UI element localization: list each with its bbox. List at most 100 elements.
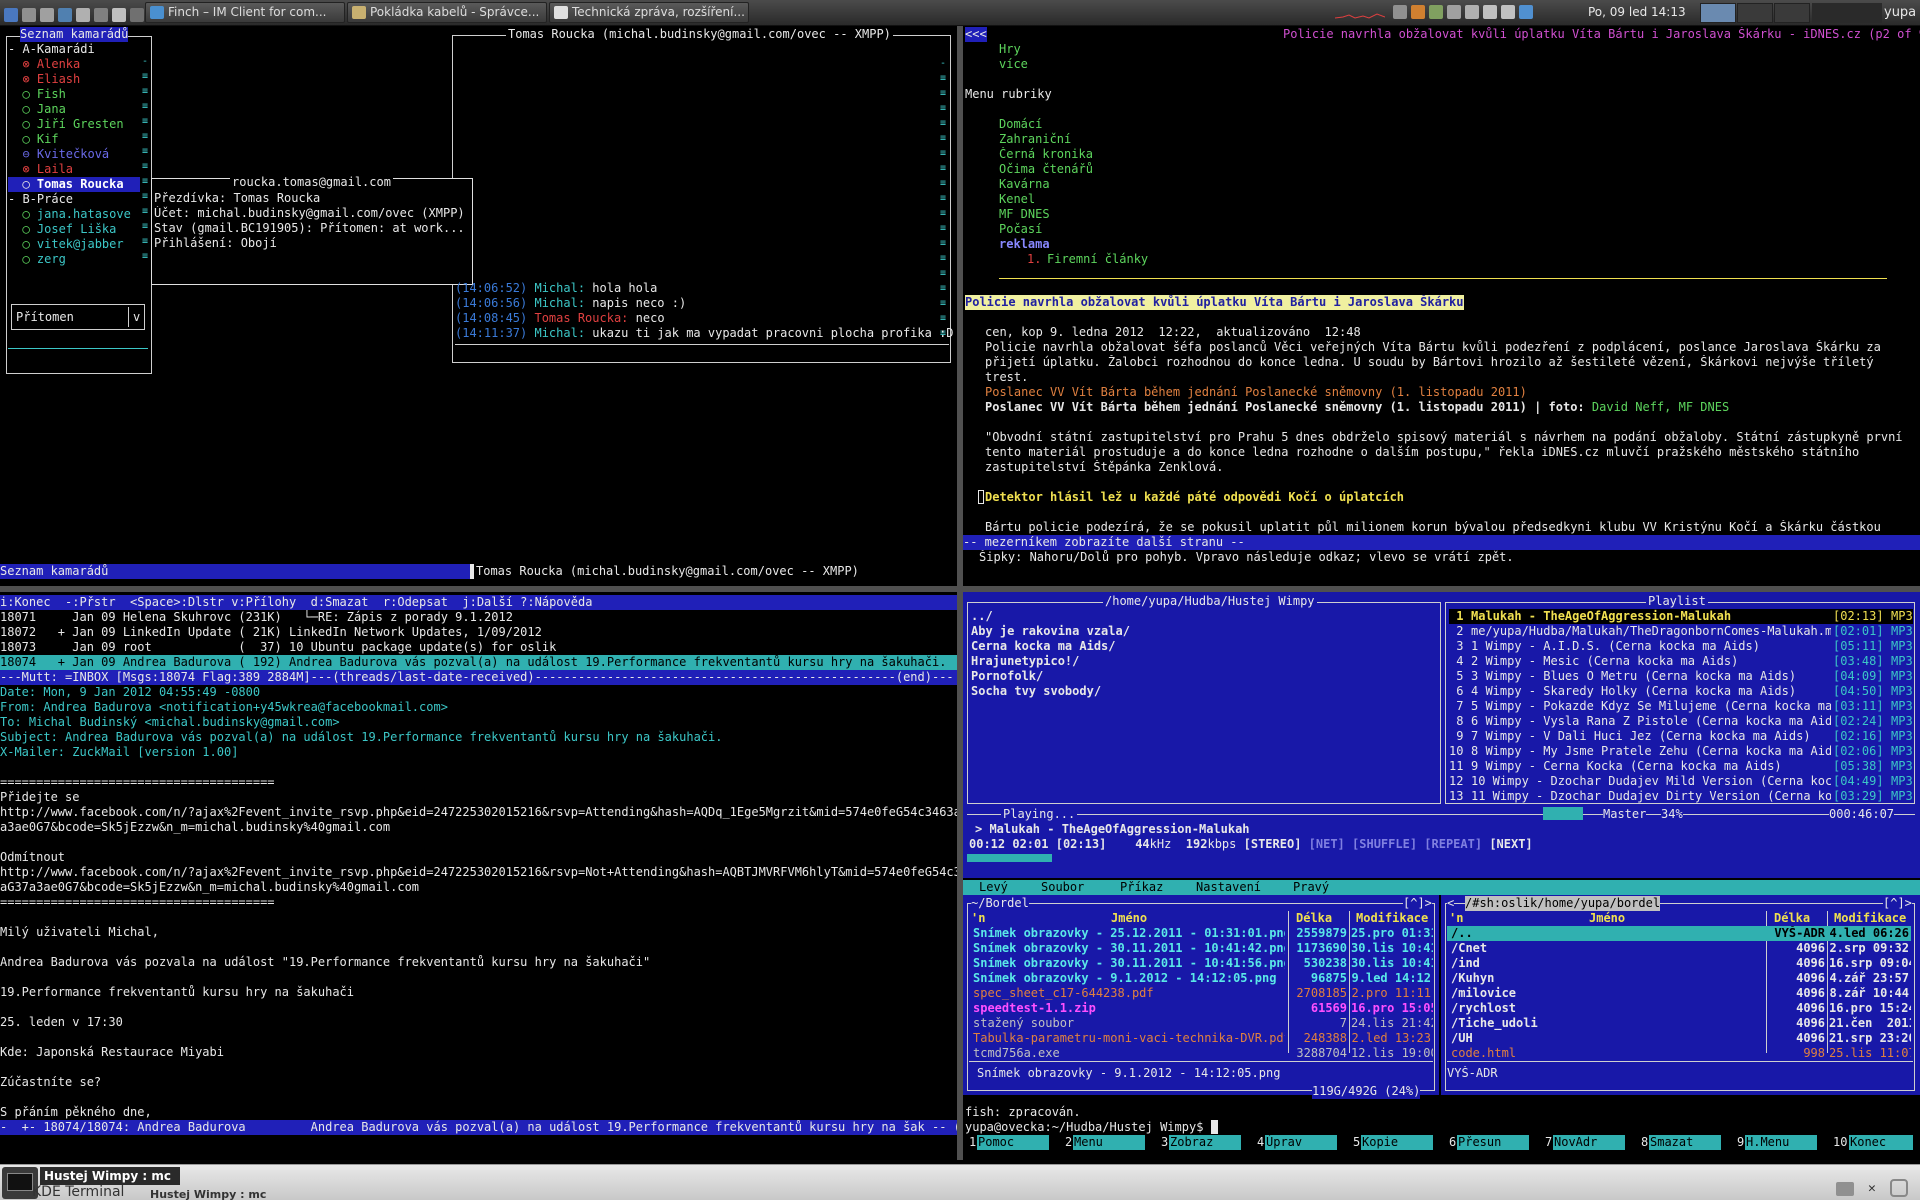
network-icon[interactable] xyxy=(1483,5,1497,19)
mc-right-file-row[interactable]: /milovice 4096 8.zář 10:44 xyxy=(1447,986,1911,1001)
buddy-item[interactable]: ◯ Josef Liška xyxy=(8,222,140,237)
calc-icon[interactable] xyxy=(112,8,126,22)
mc-menu-soubor[interactable]: Soubor xyxy=(1041,880,1084,895)
taskbar-item-file-manager[interactable]: Pokládka kabelů - Správce... xyxy=(347,2,547,23)
terminal-icon[interactable] xyxy=(40,8,54,22)
playlist-row[interactable]: 10 8 Wimpy - My Jsme Pratele Zehu (Cerna … xyxy=(1449,744,1913,759)
playlist-row[interactable]: 13 11 Wimpy - Dzochar Dudajev Dirty Versi… xyxy=(1449,789,1913,804)
cmus-browser-item[interactable]: Hrajunetypico!/ xyxy=(971,654,1079,669)
message-row[interactable]: 18072 + Jan 09 LinkedIn Update ( 21K) Li… xyxy=(0,625,957,640)
fkey-4[interactable]: 4 Úprav xyxy=(1251,1135,1345,1150)
mc-right-corner[interactable]: [^]> xyxy=(1883,896,1912,911)
mc-left-file-row[interactable]: Snímek obrazovky - 25.12.2011 - 01:31:01… xyxy=(969,926,1433,941)
menu-selected[interactable]: reklama xyxy=(999,237,1050,252)
menu-item-link[interactable]: Kavárna xyxy=(999,177,1050,192)
mc-right-file-row[interactable]: /ind 4096 16.srp 09:04 xyxy=(1447,956,1911,971)
active-task[interactable]: Hustej Wimpy : mc xyxy=(40,1167,180,1185)
message-row[interactable]: 18073 Jan 09 root ( 37) 10 Ubuntu packag… xyxy=(0,640,957,655)
mc-right-file-row[interactable]: /UH 4096 21.srp 23:20 xyxy=(1447,1031,1911,1046)
buddy-item[interactable]: ⊗ Laila xyxy=(8,162,140,177)
group-b[interactable]: - B-Práce xyxy=(8,192,73,207)
repeat-toggle[interactable]: [REPEAT] xyxy=(1424,837,1482,851)
settings-icon[interactable] xyxy=(1836,1182,1854,1196)
volume-icon[interactable] xyxy=(1465,5,1479,19)
playlist-row[interactable]: 8 6 Wimpy - Vysla Rana Z Pistole (Cerna k… xyxy=(1449,714,1913,729)
next-toggle[interactable]: [NEXT] xyxy=(1489,837,1532,851)
username[interactable]: yupa xyxy=(1884,5,1916,20)
master-volume-bar[interactable] xyxy=(1543,807,1583,820)
mc-menu-nastaveni[interactable]: Nastavení xyxy=(1196,880,1261,895)
mc-left-file-row[interactable]: stažený soubor 7 24.lis 21:42 xyxy=(969,1016,1433,1031)
update-icon[interactable] xyxy=(1411,5,1425,19)
fkey-6[interactable]: 6 Přesun xyxy=(1443,1135,1537,1150)
fkey-9[interactable]: 9 H.Menu xyxy=(1731,1135,1825,1150)
mc-right-file-row[interactable]: /rychlost 4096 16.pro 15:24 xyxy=(1447,1001,1911,1016)
fkey-7[interactable]: 7 NovAdr xyxy=(1539,1135,1633,1150)
lock-icon[interactable] xyxy=(1890,1179,1908,1197)
clock[interactable]: Po, 09 led 14:13 xyxy=(1588,5,1686,20)
subhead-link[interactable]: Detektor hlásil lež u každé páté odpověd… xyxy=(985,490,1404,505)
author-link[interactable]: David Neff, xyxy=(1592,400,1671,414)
menu-item-link[interactable]: Kenel xyxy=(999,192,1035,207)
menu-item-link[interactable]: Očima čtenářů xyxy=(999,162,1093,177)
menu-item-link[interactable]: Černá kronika xyxy=(999,147,1093,162)
shuffle-toggle[interactable]: [SHUFFLE] xyxy=(1352,837,1417,851)
mc-menu-prikaz[interactable]: Příkaz xyxy=(1120,880,1163,895)
mc-right-file-row[interactable]: code.html 998 25.lis 11:07 xyxy=(1447,1046,1911,1061)
group-a[interactable]: - A-Kamarádi xyxy=(8,42,95,57)
chat-icon[interactable] xyxy=(1519,5,1533,19)
mc-left-corner[interactable]: [^]> xyxy=(1403,896,1432,911)
buddy-item[interactable]: ◯ Kif xyxy=(8,132,140,147)
buddy-scrollbar[interactable]: - ≡ ≡ ≡ ≡ ≡ ≡ ≡ ≡ ≡ ≡ ≡ ≡ ≡ xyxy=(142,54,148,274)
taskbar-chat[interactable]: Tomas Roucka (michal.budinsky@gmail.com/… xyxy=(476,564,859,579)
mc-left-file-row[interactable]: spec_sheet_c17-644238.pdf 2708185 2.pro 11… xyxy=(969,986,1433,1001)
mc-menu-levy[interactable]: Levý xyxy=(979,880,1008,895)
buddy-item[interactable]: ⊗ Eliash xyxy=(8,72,140,87)
mc-left-file-row[interactable]: Snímek obrazovky - 30.11.2011 - 10:41:42… xyxy=(969,941,1433,956)
playlist-row[interactable]: 12 10 Wimpy - Dzochar Dudajev Mild Versio… xyxy=(1449,774,1913,789)
mc-menu-pravy[interactable]: Pravý xyxy=(1293,880,1329,895)
playlist-row[interactable]: 6 4 Wimpy - Skaredy Holky (Cerna kocka ma… xyxy=(1449,684,1913,699)
close-icon[interactable]: ✕ xyxy=(1868,1182,1882,1196)
fkey-2[interactable]: 2 Menu xyxy=(1059,1135,1153,1150)
playlist-row[interactable]: 7 5 Wimpy - Pokazde Kdyz Se Milujeme (Cer… xyxy=(1449,699,1913,714)
buddy-item[interactable]: ◯ vitek@jabber xyxy=(8,237,140,252)
fkey-5[interactable]: 5 Kopie xyxy=(1347,1135,1441,1150)
playlist-row[interactable]: 5 3 Wimpy - Blues O Metru (Cerna kocka ma… xyxy=(1449,669,1913,684)
taskbar-buddy-list[interactable]: Seznam kamarádů xyxy=(0,564,470,579)
chat-scrollbar[interactable]: - ≡ ≡ ≡ ≡ ≡ ≡ ≡ ≡ ≡ ≡ ≡ ≡ ≡ ≡ ≡ ≡ ≡ ≡ xyxy=(940,56,948,346)
buddy-item[interactable]: ⊗ Alenka xyxy=(8,57,140,72)
cmus-browser-item[interactable]: Pornofolk/ xyxy=(971,669,1043,684)
menu-item-link[interactable]: Zahraniční xyxy=(999,132,1071,147)
link-vice[interactable]: více xyxy=(999,57,1028,72)
web-icon[interactable] xyxy=(58,8,72,22)
taskbar-item-document[interactable]: Technická zpráva, rozšíření... xyxy=(549,2,749,23)
fkey-10[interactable]: 10 Konec xyxy=(1827,1135,1920,1150)
buddy-item[interactable]: ◯ Jana xyxy=(8,102,140,117)
close-icon[interactable] xyxy=(76,8,90,22)
playlist-row[interactable]: 11 9 Wimpy - Cerna Kocka (Cerna kocka ma … xyxy=(1449,759,1913,774)
mc-left-file-row[interactable]: tcmd756a.exe 3288704 12.lis 19:00 xyxy=(969,1046,1433,1061)
screen-icon[interactable] xyxy=(130,8,144,22)
cmus-browser-item[interactable]: Aby je rakovina vzala/ xyxy=(971,624,1130,639)
menu-item-link[interactable]: MF DNES xyxy=(999,207,1050,222)
buddy-item[interactable]: ◯ jana.hatasove xyxy=(8,207,140,222)
cmus-browser-item[interactable]: Cerna kocka ma Aids/ xyxy=(971,639,1116,654)
buddy-item[interactable]: ◯ Tomas Roucka xyxy=(8,177,140,192)
link-hry[interactable]: Hry xyxy=(999,42,1021,57)
workspace-3[interactable] xyxy=(1774,3,1810,23)
playlist-row[interactable]: 9 7 Wimpy - V Dali Huci Jez (Cerna kocka … xyxy=(1449,729,1913,744)
buddy-item[interactable]: ⊖ Kvitečková xyxy=(8,147,140,162)
playlist-row[interactable]: 2 me/yupa/Hudba/Malukah/TheDragonbornCome… xyxy=(1449,624,1913,639)
buddy-item[interactable]: ◯ Fish xyxy=(8,87,140,102)
files-icon[interactable] xyxy=(22,8,36,22)
mc-left-file-row[interactable]: Tabulka-parametru-moni-vaci-technika-DVR… xyxy=(969,1031,1433,1046)
playlist-row[interactable]: 3 1 Wimpy - A.I.D.S. (Cerna kocka ma Aids… xyxy=(1449,639,1913,654)
mc-left-file-row[interactable]: Snímek obrazovky - 9.1.2012 - 14:12:05.p… xyxy=(969,971,1433,986)
editor-icon[interactable] xyxy=(94,8,108,22)
seek-track[interactable] xyxy=(967,854,1915,862)
status-select[interactable]: Přítomen v xyxy=(11,304,145,330)
fkey-1[interactable]: 1 Pomoc xyxy=(963,1135,1057,1150)
message-row[interactable]: 18071 Jan 09 Helena Skuhrovc (231K) └─RE… xyxy=(0,610,957,625)
shell-prompt[interactable]: yupa@ovecka:~/Hudba/Hustej Wimpy$ xyxy=(965,1120,1218,1135)
